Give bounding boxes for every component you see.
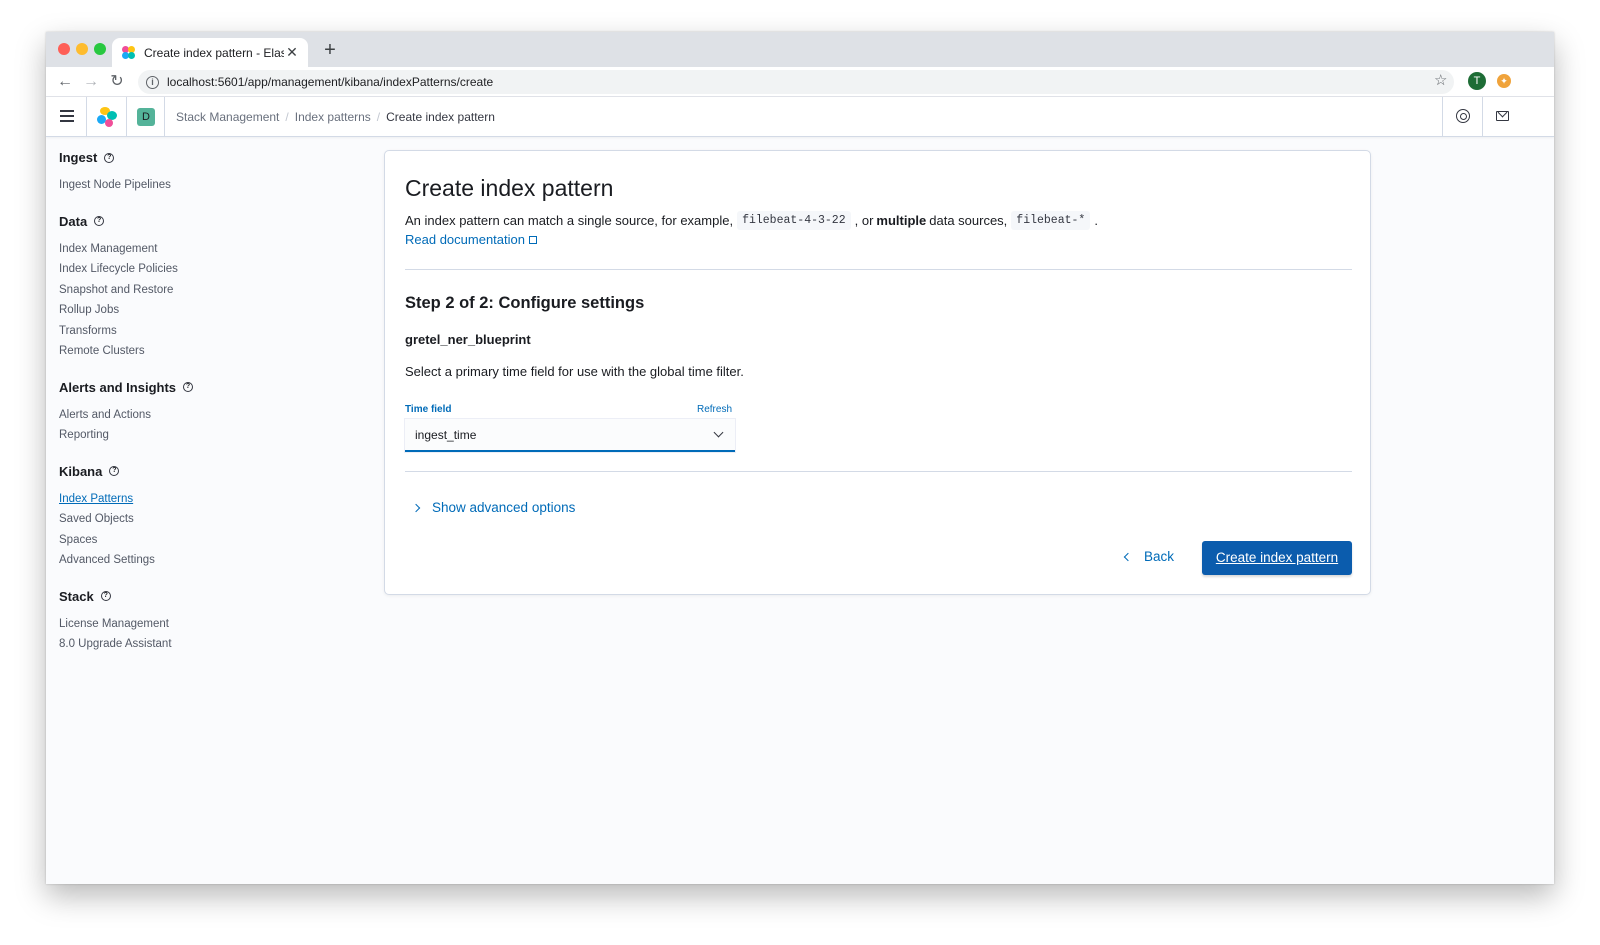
newsfeed-mail-icon[interactable] [1496,111,1509,121]
question-icon: ? [109,466,120,476]
header-divider [164,97,165,137]
elastic-logo-icon[interactable] [96,107,118,127]
nav-heading-data: Data [59,213,88,229]
minimize-window-button[interactable] [76,43,88,55]
nav-item-rollup-jobs[interactable]: Rollup Jobs [59,300,299,321]
question-icon: ? [94,216,105,226]
space-avatar[interactable]: D [137,108,155,126]
browser-window: Create index pattern - Elastic ✕ + ← → ↻… [46,32,1554,884]
header-divider [1482,97,1483,137]
nav-item-index-lifecycle-policies[interactable]: Index Lifecycle Policies [59,259,299,280]
description-text: data sources, [929,213,1008,228]
page-title: Create index pattern [405,175,614,201]
instruction-text: Select a primary time field for use with… [405,364,744,379]
browser-tab[interactable]: Create index pattern - Elastic ✕ [112,38,308,67]
header-divider [86,97,87,137]
nav-heading-kibana: Kibana [59,463,103,479]
nav-item-saved-objects[interactable]: Saved Objects [59,509,299,530]
doc-link-label[interactable]: Read documentation [405,232,525,247]
help-icon[interactable] [1456,109,1470,123]
nav-item-reporting[interactable]: Reporting [59,425,299,446]
create-index-pattern-panel: Create index pattern An index pattern ca… [384,150,1371,595]
time-field-value[interactable]: ingest_time [415,428,476,442]
back-arrow-icon[interactable]: ← [54,71,76,93]
header-divider [1442,97,1443,137]
menu-icon[interactable] [60,110,74,122]
panel-description: An index pattern can match a single sour… [405,211,1098,230]
header-divider [126,97,127,137]
close-window-button[interactable] [58,43,70,55]
nav-group-ingest: Ingest? Ingest Node Pipelines [59,150,299,196]
description-text: , or [854,213,874,228]
nav-item-index-patterns[interactable]: Index Patterns [59,489,299,510]
chevron-down-icon [713,427,724,438]
nav-item-remote-clusters[interactable]: Remote Clusters [59,341,299,362]
elastic-favicon-icon [122,45,136,60]
breadcrumb-index-patterns[interactable]: Index patterns [295,110,371,124]
divider [405,471,1352,472]
nav-heading-alerts-and-insights: Alerts and Insights [59,379,177,395]
profile-avatar[interactable]: T [1468,72,1486,90]
maximize-window-button[interactable] [94,43,106,55]
nav-group-alerts-and-insights: Alerts and Insights? Alerts and Actions … [59,380,299,446]
nav-item-transforms[interactable]: Transforms [59,321,299,342]
extension-icon[interactable]: ✦ [1497,74,1511,88]
chevron-left-icon [1123,552,1133,561]
description-text: . [1094,213,1098,228]
breadcrumb: Stack Management / Index patterns / Crea… [176,110,495,124]
tab-title: Create index pattern - Elastic [144,45,284,60]
nav-item-ingest-node-pipelines[interactable]: Ingest Node Pipelines [59,175,299,196]
url-text[interactable]: localhost:5601/app/management/kibana/ind… [167,75,493,89]
question-icon: ? [183,382,194,392]
nav-item-license-management[interactable]: License Management [59,614,299,635]
kibana-header: D Stack Management / Index patterns / Cr… [46,97,1554,137]
nav-group-stack: Stack? License Management 8.0 Upgrade As… [59,589,299,655]
back-button[interactable]: Back [1123,549,1174,564]
refresh-link[interactable]: Refresh [697,404,732,415]
tab-close-icon[interactable]: ✕ [284,44,300,61]
time-field-label: Time field [405,404,452,415]
breadcrumb-separator: / [285,110,289,124]
read-documentation-link[interactable]: Read documentation [405,232,537,247]
nav-item-spaces[interactable]: Spaces [59,530,299,551]
time-field-select[interactable]: ingest_time [405,419,735,452]
back-label[interactable]: Back [1144,549,1174,564]
advanced-options-label[interactable]: Show advanced options [432,500,575,515]
nav-heading-ingest: Ingest [59,150,98,165]
create-index-pattern-button[interactable]: Create index pattern [1202,541,1352,575]
nav-item-snapshot-and-restore[interactable]: Snapshot and Restore [59,280,299,301]
reload-icon[interactable]: ↻ [106,71,128,93]
nav-group-kibana: Kibana? Index Patterns Saved Objects Spa… [59,464,299,571]
breadcrumb-stack-management[interactable]: Stack Management [176,110,279,124]
nav-item-advanced-settings[interactable]: Advanced Settings [59,550,299,571]
nav-heading-stack: Stack [59,588,94,604]
address-bar[interactable]: i localhost:5601/app/management/kibana/i… [138,70,1454,94]
step-title: Step 2 of 2: Configure settings [405,294,645,312]
divider [405,269,1352,270]
question-icon: ? [104,152,115,163]
nav-item-alerts-and-actions[interactable]: Alerts and Actions [59,405,299,426]
external-link-icon [528,235,537,244]
browser-toolbar: ← → ↻ i localhost:5601/app/management/ki… [46,67,1554,97]
description-bold: multiple [876,213,927,228]
index-pattern-name: gretel_ner_blueprint [405,332,531,347]
show-advanced-options-button[interactable]: Show advanced options [411,500,575,515]
new-tab-button[interactable]: + [318,38,342,62]
breadcrumb-current: Create index pattern [386,110,495,124]
browser-tab-strip: Create index pattern - Elastic ✕ + [46,32,1554,67]
chevron-right-icon [411,503,421,512]
nav-item-upgrade-assistant[interactable]: 8.0 Upgrade Assistant [59,634,299,655]
site-info-icon[interactable]: i [146,75,159,89]
bookmark-star-icon[interactable]: ☆ [1434,71,1447,89]
nav-item-index-management[interactable]: Index Management [59,239,299,260]
example-single-code: filebeat-4-3-22 [737,211,851,230]
example-multiple-code: filebeat-* [1011,211,1091,230]
forward-arrow-icon[interactable]: → [80,71,102,93]
nav-group-data: Data? Index Management Index Lifecycle P… [59,214,299,362]
description-text: An index pattern can match a single sour… [405,213,734,228]
question-icon: ? [100,591,111,601]
breadcrumb-separator: / [376,110,381,124]
management-sidenav: Ingest? Ingest Node Pipelines Data? Inde… [59,150,299,673]
